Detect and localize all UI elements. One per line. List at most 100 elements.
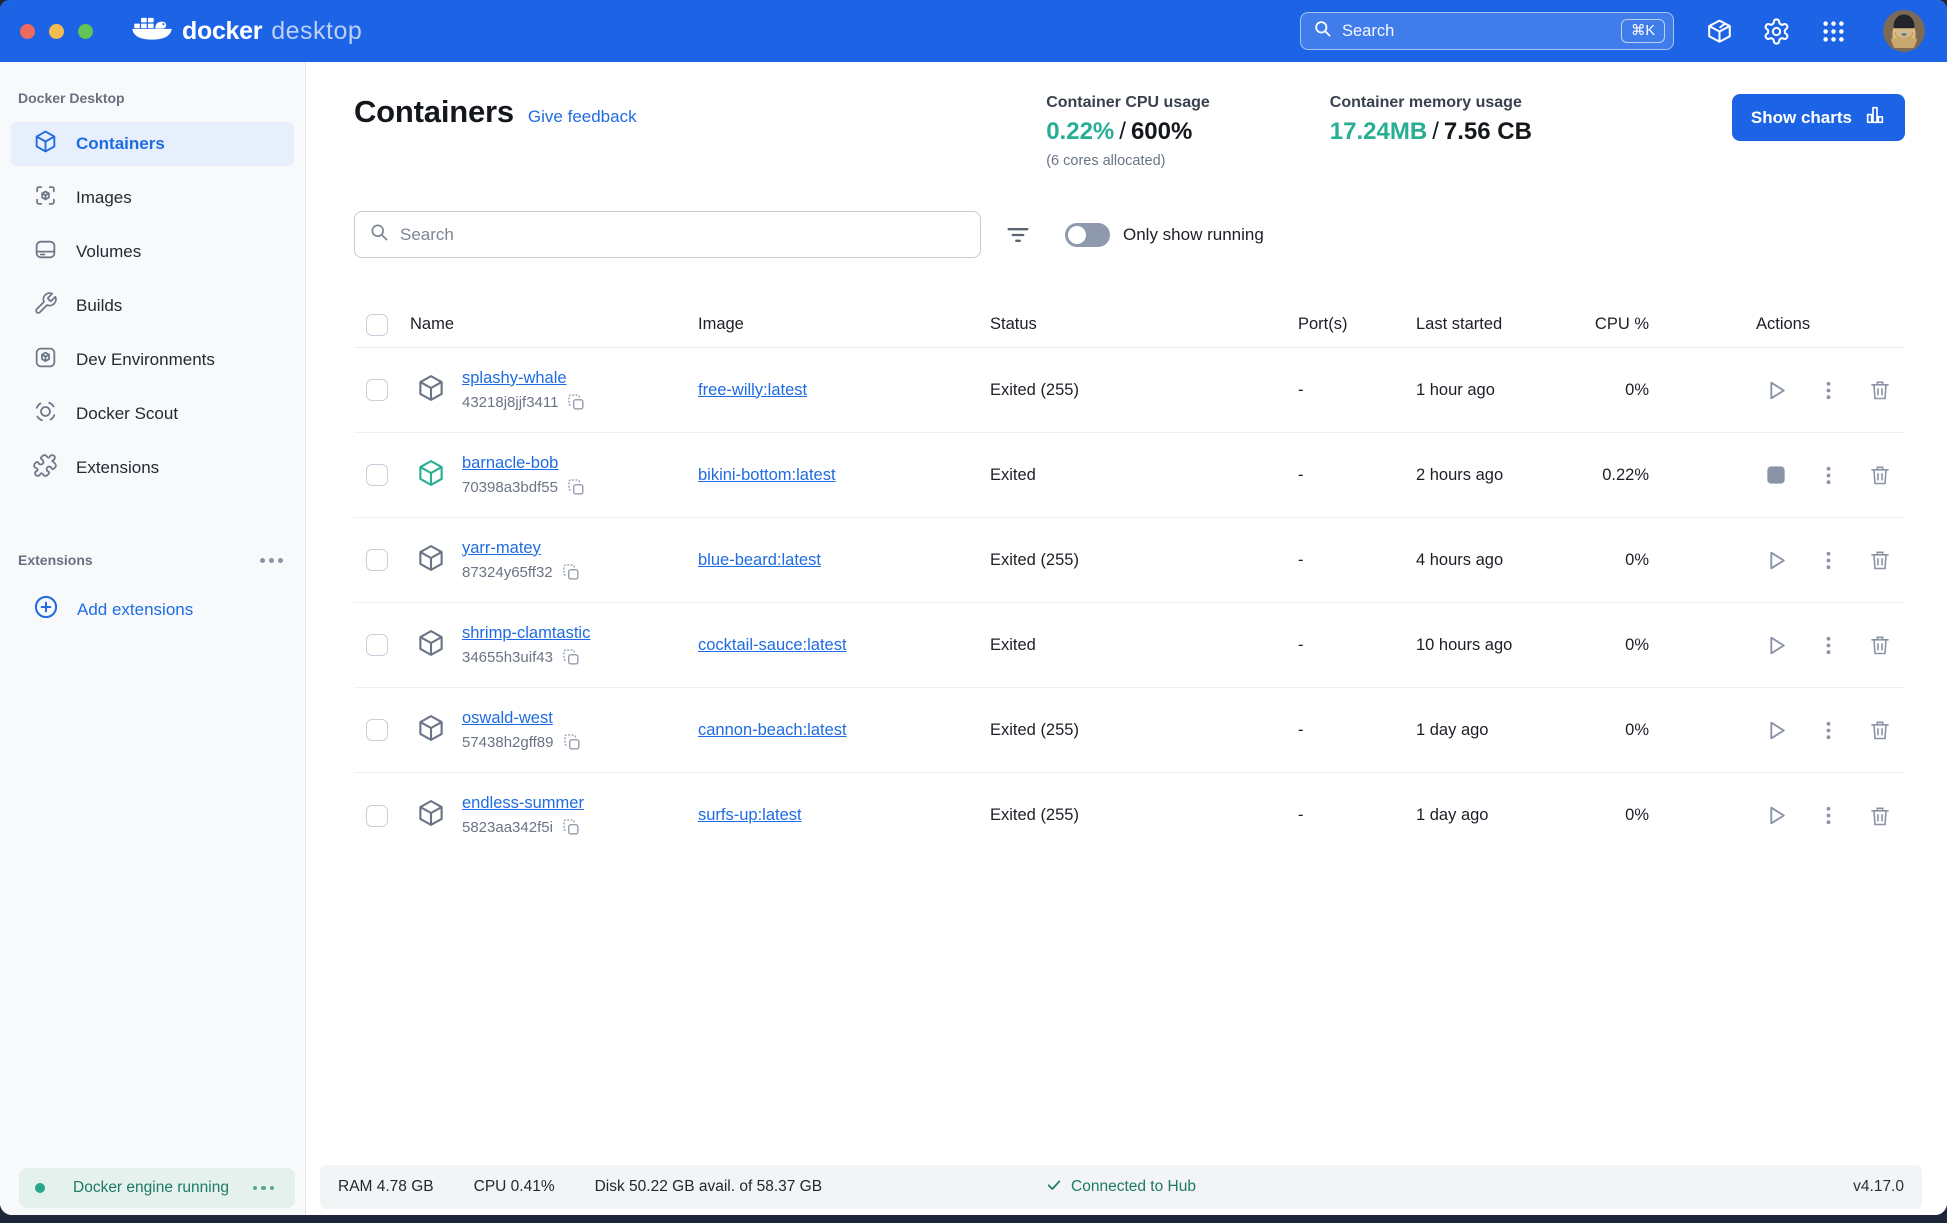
start-button[interactable] [1763, 717, 1789, 743]
only-show-running-toggle[interactable] [1065, 222, 1110, 247]
engine-menu-icon[interactable] [249, 1182, 279, 1195]
sidebar-item-containers[interactable]: Containers [11, 122, 294, 166]
delete-trash-icon[interactable] [1867, 462, 1893, 488]
close-window-button[interactable] [20, 23, 35, 39]
filter-icon[interactable] [997, 214, 1039, 256]
container-name-link[interactable]: shrimp-clamtastic [462, 624, 590, 643]
select-all-checkbox[interactable] [366, 313, 388, 336]
container-name-link[interactable]: oswald-west [462, 709, 582, 728]
container-name-link[interactable]: splashy-whale [462, 369, 586, 388]
disk-usage: Disk 50.22 GB avail. of 58.37 GB [594, 1178, 823, 1195]
delete-trash-icon[interactable] [1867, 377, 1893, 403]
cpu-used-value: 0.22% [1046, 118, 1115, 145]
container-name-link[interactable]: endless-summer [462, 794, 584, 813]
zoom-window-button[interactable] [78, 23, 93, 39]
container-cpu: 0% [1625, 380, 1649, 399]
container-id: 34655h3uif43 [462, 648, 553, 666]
sidebar-item-label: Volumes [76, 242, 142, 261]
memory-total-value: 7.56 CB [1443, 118, 1532, 145]
sidebar-item-volumes[interactable]: Volumes [11, 230, 294, 274]
sidebar-item-docker-scout[interactable]: Docker Scout [11, 392, 294, 436]
row-checkbox[interactable] [366, 549, 388, 571]
learning-center-icon[interactable] [1704, 16, 1735, 47]
start-button[interactable] [1763, 803, 1789, 829]
container-cpu: 0% [1625, 635, 1649, 654]
give-feedback-link[interactable]: Give feedback [528, 107, 637, 127]
container-last-started: 1 day ago [1416, 720, 1489, 739]
extensions-menu-icon[interactable] [256, 554, 287, 567]
start-button[interactable] [1763, 547, 1789, 573]
container-status: Exited (255) [990, 806, 1079, 824]
delete-trash-icon[interactable] [1867, 717, 1893, 743]
docker-engine-status[interactable]: Docker engine running [19, 1168, 295, 1208]
table-row: yarr-matey 87324y65ff32 blue-beard:lates… [354, 518, 1905, 603]
row-menu-kebab-icon[interactable] [1815, 632, 1841, 658]
user-avatar[interactable] [1883, 10, 1925, 52]
container-last-started: 4 hours ago [1416, 550, 1504, 569]
search-shortcut-badge: ⌘K [1620, 19, 1665, 43]
table-row: oswald-west 57438h2gff89 cannon-beach:la… [354, 688, 1905, 773]
copy-id-icon[interactable] [567, 478, 586, 497]
sidebar-item-dev-environments[interactable]: Dev Environments [11, 338, 294, 382]
image-link[interactable]: surfs-up:latest [698, 806, 802, 824]
container-cube-icon [416, 458, 446, 493]
row-checkbox[interactable] [366, 634, 388, 656]
copy-id-icon[interactable] [562, 648, 581, 667]
container-cube-icon [416, 373, 446, 408]
cpu-usage: CPU 0.41% [473, 1178, 555, 1195]
row-checkbox[interactable] [366, 464, 388, 486]
image-link[interactable]: bikini-bottom:latest [698, 466, 836, 484]
start-button[interactable] [1763, 632, 1789, 658]
global-search-box[interactable]: ⌘K [1300, 12, 1674, 50]
row-checkbox[interactable] [366, 379, 388, 401]
settings-gear-icon[interactable] [1761, 16, 1792, 47]
apps-grid-icon[interactable] [1818, 16, 1849, 47]
image-link[interactable]: free-willy:latest [698, 381, 807, 399]
copy-id-icon[interactable] [562, 818, 581, 837]
copy-id-icon[interactable] [567, 393, 586, 412]
container-name-link[interactable]: barnacle-bob [462, 454, 586, 473]
row-checkbox[interactable] [366, 719, 388, 741]
row-menu-kebab-icon[interactable] [1815, 803, 1841, 829]
container-search-box[interactable] [354, 211, 981, 258]
image-link[interactable]: blue-beard:latest [698, 551, 821, 569]
column-header-name[interactable]: Name [410, 315, 698, 334]
global-search-input[interactable] [1342, 21, 1621, 41]
column-header-ports[interactable]: Port(s) [1298, 315, 1416, 334]
sidebar-item-label: Dev Environments [76, 350, 215, 369]
row-menu-kebab-icon[interactable] [1815, 547, 1841, 573]
column-header-cpu[interactable]: CPU % [1591, 315, 1686, 334]
delete-trash-icon[interactable] [1867, 803, 1893, 829]
row-menu-kebab-icon[interactable] [1815, 717, 1841, 743]
container-id: 43218j8jjf3411 [462, 393, 559, 411]
engine-running-dot [35, 1183, 45, 1193]
minimize-window-button[interactable] [49, 23, 64, 39]
row-menu-kebab-icon[interactable] [1815, 462, 1841, 488]
row-checkbox[interactable] [366, 804, 388, 827]
sidebar-item-label: Containers [76, 134, 165, 153]
container-name-link[interactable]: yarr-matey [462, 539, 581, 558]
sidebar-item-extensions[interactable]: Extensions [11, 446, 294, 490]
delete-trash-icon[interactable] [1867, 547, 1893, 573]
row-menu-kebab-icon[interactable] [1815, 377, 1841, 403]
image-link[interactable]: cannon-beach:latest [698, 721, 847, 739]
sidebar-item-builds[interactable]: Builds [11, 284, 294, 328]
column-header-last-started[interactable]: Last started [1416, 315, 1591, 334]
delete-trash-icon[interactable] [1867, 632, 1893, 658]
table-header-row: Name Image Status Port(s) Last started C… [354, 302, 1905, 348]
add-extensions-button[interactable]: Add extensions [33, 594, 305, 625]
column-header-status[interactable]: Status [990, 315, 1298, 334]
start-button[interactable] [1763, 377, 1789, 403]
copy-id-icon[interactable] [562, 563, 581, 582]
show-charts-button[interactable]: Show charts [1731, 94, 1905, 141]
container-status: Exited (255) [990, 550, 1079, 569]
container-search-input[interactable] [400, 224, 966, 245]
show-charts-label: Show charts [1750, 107, 1852, 127]
stop-button[interactable] [1763, 462, 1789, 488]
column-header-image[interactable]: Image [698, 315, 990, 334]
image-link[interactable]: cocktail-sauce:latest [698, 636, 847, 654]
sidebar-item-label: Docker Scout [76, 404, 179, 423]
search-icon [369, 222, 389, 247]
copy-id-icon[interactable] [563, 733, 582, 752]
sidebar-item-images[interactable]: Images [11, 176, 294, 220]
